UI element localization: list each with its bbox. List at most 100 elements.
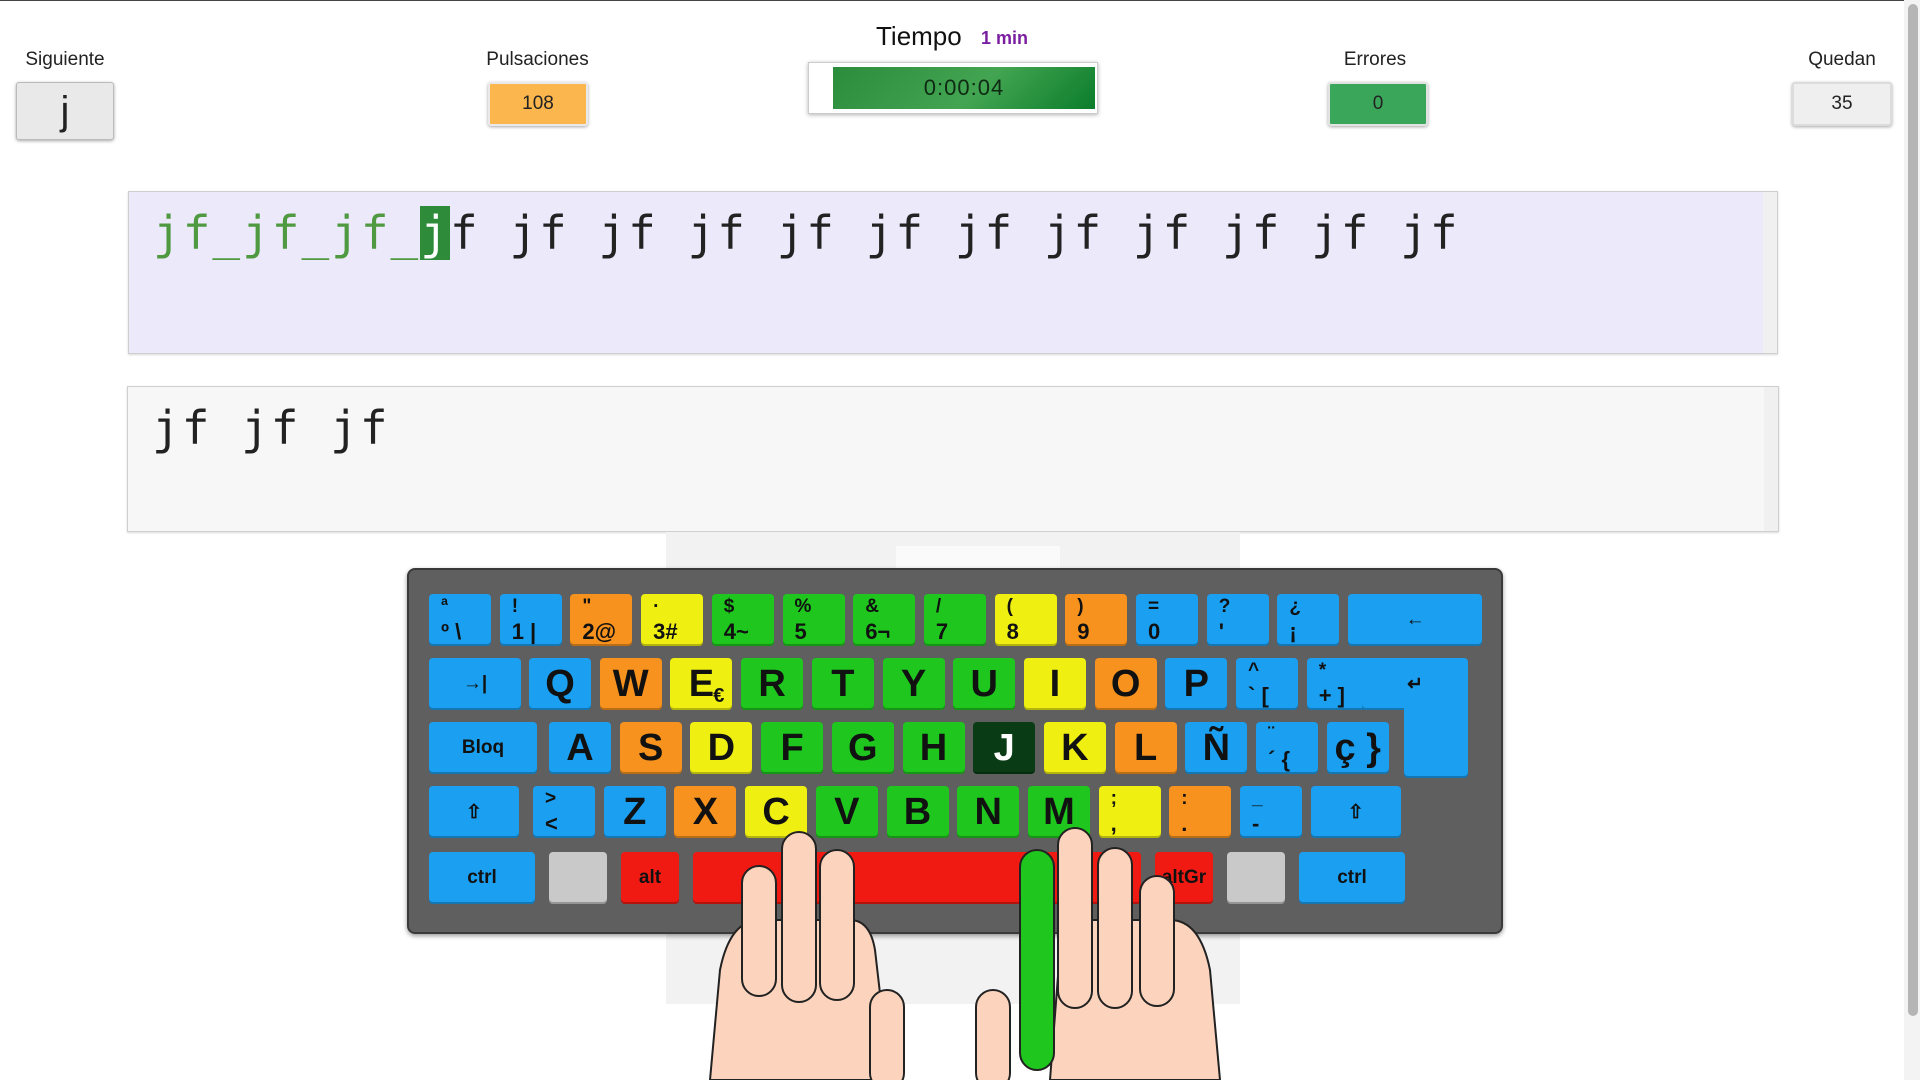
key-s-label: S (638, 726, 664, 769)
key-g[interactable]: G (831, 722, 894, 774)
key-6-shift-label: & (865, 596, 879, 617)
key-symbol[interactable]: ^ ` [ (1236, 658, 1298, 710)
enter-key-lower[interactable] (1404, 700, 1469, 778)
key-y[interactable]: Y (882, 658, 945, 710)
key-symbol[interactable]: ? ' (1206, 594, 1269, 646)
key-symbol[interactable]: * + ] (1306, 658, 1369, 710)
key-ñ-label: Ñ (1202, 726, 1231, 769)
key-ç[interactable]: ç } (1326, 722, 1389, 774)
left-thumb (869, 989, 905, 1080)
key-4-shift-label: $ (723, 596, 735, 617)
left-ctrl-key[interactable]: ctrl (429, 852, 535, 904)
keystrokes-label: Pulsaciones (486, 49, 589, 70)
key-0-shift-label: = (1148, 596, 1160, 617)
key-ç-label: ç } (1334, 726, 1381, 769)
key-8[interactable]: (8 (994, 594, 1057, 646)
key-j[interactable]: J (973, 722, 1036, 774)
key-ñ[interactable]: Ñ (1185, 722, 1248, 774)
key-symbol-shift-label: * (1318, 660, 1327, 681)
key-6-base-label: 6¬ (865, 619, 891, 644)
key-z[interactable]: Z (603, 786, 666, 838)
key-s[interactable]: S (619, 722, 682, 774)
key-k-label: K (1061, 726, 1089, 769)
key-g-label: G (848, 726, 878, 769)
key-o-label: O (1110, 662, 1141, 705)
right-ctrl-key[interactable]: ctrl (1299, 852, 1405, 904)
key-8-base-label: 8 (1006, 619, 1019, 644)
timer-value: 0:00:04 (833, 67, 1095, 109)
key-d[interactable]: D (690, 722, 753, 774)
key-2-shift-label: " (582, 596, 592, 617)
key-i[interactable]: I (1023, 658, 1086, 710)
key-symbol[interactable]: ªº \ (429, 594, 491, 646)
completed-text: jf_jf_jf_ (153, 206, 421, 260)
key-symbol-base-label: ` [ (1248, 683, 1269, 708)
key-o[interactable]: O (1094, 658, 1157, 710)
key-1-shift-label: ! (511, 596, 519, 617)
key-symbol-base-label: ' (1218, 619, 1224, 644)
caps-lock-key[interactable]: Bloq (429, 722, 537, 774)
key-9[interactable]: ) 9 (1065, 594, 1128, 646)
typed-text: jf jf jf (152, 401, 390, 455)
key-h[interactable]: H (902, 722, 965, 774)
key-f-label: F (780, 726, 804, 769)
key-k[interactable]: K (1043, 722, 1106, 774)
tab-key[interactable]: →| (429, 658, 521, 710)
key-1-base-label: 1 | (511, 619, 537, 644)
key-5-shift-label: % (794, 596, 812, 617)
next-key-value: j (16, 82, 114, 140)
left-os-key[interactable] (549, 852, 607, 904)
page-scrollbar[interactable] (1904, 0, 1920, 1080)
key-symbol[interactable]: ¿ ¡ (1277, 594, 1340, 646)
key-q-label: Q (545, 662, 575, 705)
key-r[interactable]: R (741, 658, 804, 710)
key-w[interactable]: W (599, 658, 662, 710)
key-symbol-base-label: + ] (1318, 683, 1345, 708)
key-symbol[interactable]: _ - (1240, 786, 1302, 838)
left-shift-key[interactable]: ⇧ (429, 786, 519, 838)
key-h-label: H (919, 726, 948, 769)
key-0[interactable]: = 0 (1136, 594, 1198, 646)
key-0-base-label: 0 (1148, 619, 1161, 644)
key-u-label: U (970, 662, 998, 705)
key-5[interactable]: % 5 (782, 594, 845, 646)
key-7[interactable]: /7 (923, 594, 986, 646)
current-char-cursor: j (420, 206, 450, 260)
remaining-value: 35 (1792, 82, 1892, 126)
key-r-label: R (758, 662, 786, 705)
key-e[interactable]: E € (670, 658, 733, 710)
key-symbol-shift-label: ª (441, 596, 449, 617)
left-middle (819, 849, 855, 1001)
key-y-label: Y (900, 662, 927, 705)
key-symbol-base-label: ´ { (1268, 747, 1290, 772)
key-p[interactable]: P (1165, 658, 1228, 710)
key-symbol-shift-label: ¨ (1268, 724, 1275, 745)
key-t[interactable]: T (811, 658, 874, 710)
typing-area[interactable]: jf jf jf (127, 386, 1779, 532)
typing-scrollbar[interactable] (1764, 387, 1778, 531)
key-symbol-shift-label: ? (1218, 596, 1231, 617)
right-shift-key[interactable]: ⇧ (1310, 786, 1401, 838)
key-1[interactable]: ! 1 | (499, 594, 562, 646)
page-scrollbar-thumb[interactable] (1908, 4, 1918, 1016)
key-a[interactable]: A (549, 722, 611, 774)
alt-key[interactable]: alt (621, 852, 679, 904)
target-scrollbar[interactable] (1763, 192, 1777, 353)
key-6[interactable]: & 6¬ (853, 594, 916, 646)
key-symbol[interactable]: ¨ ´ { (1256, 722, 1318, 774)
key-u[interactable]: U (953, 658, 1016, 710)
key-symbol[interactable]: > < (533, 786, 595, 838)
key-l[interactable]: L (1114, 722, 1177, 774)
key-2[interactable]: " 2@ (570, 594, 633, 646)
right-ring (1097, 847, 1133, 1009)
key-4[interactable]: $4~ (711, 594, 774, 646)
time-limit: 1 min (981, 28, 1029, 48)
key-q[interactable]: Q (529, 658, 591, 710)
key-z-label: Z (623, 790, 647, 833)
key-j-label: J (993, 726, 1015, 769)
backspace-key[interactable]: ← (1348, 594, 1483, 646)
left-ctrl-key-label: ctrl (467, 867, 497, 888)
key-3[interactable]: · 3# (641, 594, 704, 646)
key-f[interactable]: F (761, 722, 824, 774)
time-label: Tiempo (876, 21, 962, 51)
